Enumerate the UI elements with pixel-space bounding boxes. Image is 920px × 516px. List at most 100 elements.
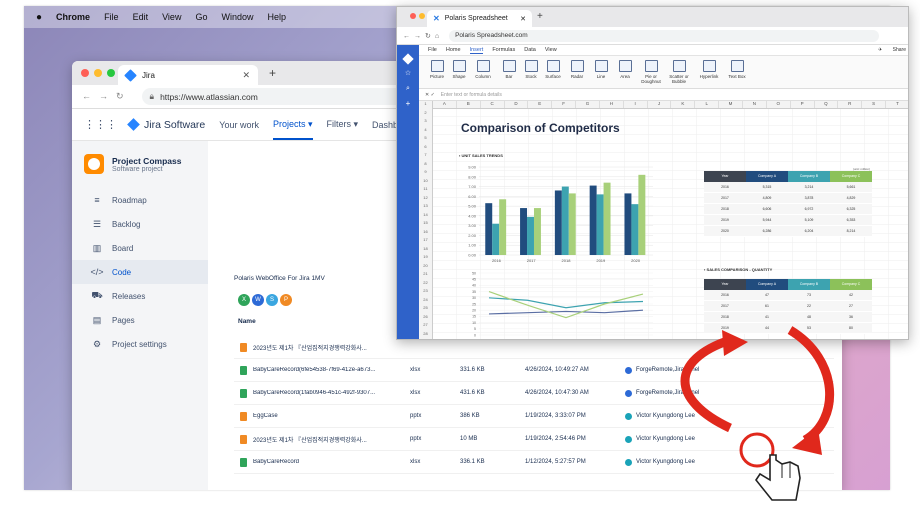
jira-software-logo[interactable]: Jira Software [127,118,205,131]
polaris-home-icon[interactable] [402,53,414,65]
table-row[interactable]: EggCase pptx 386 KB 1/19/2024, 3:33:07 PM Vi… [234,405,834,428]
minimize-window-button[interactable] [419,13,425,19]
row-header[interactable]: 17 [419,237,432,246]
row-header[interactable]: 21 [419,271,432,280]
column-header[interactable]: C [481,101,505,108]
search-icon[interactable]: ⌕ [404,85,412,93]
back-forward-reload-icons[interactable]: ←→↻⌂ [403,32,443,40]
row-header[interactable]: 2 [419,110,432,119]
table-cell[interactable]: 6,325 [830,207,872,211]
row-header[interactable]: 15 [419,220,432,229]
table-cell[interactable]: 53 [788,326,830,330]
bar[interactable] [554,190,562,255]
table-row[interactable]: 2023년도 제1차 『산업집적지경쟁력강화사... pptx 10 MB 1/19/… [234,428,834,451]
row-header[interactable]: 22 [419,280,432,289]
nav-filters[interactable]: Filters ▾ [327,119,359,130]
tab-insert[interactable]: Insert [469,47,484,54]
sidebar-item-code[interactable]: </> Code [72,260,208,284]
sidebar-item-roadmap[interactable]: ≡ Roadmap [72,188,208,212]
ribbon-text-box-button[interactable]: Text Box [725,60,749,79]
polaris-url-field[interactable]: Polaris Spreadsheet.com [449,29,880,42]
table-cell[interactable]: 5,661 [830,185,872,189]
table-cell[interactable]: 3,214 [788,185,830,189]
file-name[interactable]: BabyCareRecord(1fab0946-451c-492f-9307..… [253,390,398,396]
table-cell[interactable]: 4,809 [746,196,788,200]
bar[interactable] [631,204,639,255]
table-cell[interactable]: 2019 [704,218,746,222]
table-cell[interactable]: 2020 [704,229,746,233]
sidebar-item-pages[interactable]: ▤ Pages [72,308,208,332]
column-header[interactable]: E [528,101,553,108]
bar[interactable] [624,193,632,255]
share-button[interactable]: ✈ Share [878,47,906,53]
bar[interactable] [568,193,576,255]
row-header[interactable]: 12 [419,195,432,204]
row-header[interactable]: 8 [419,161,432,170]
tab-view[interactable]: View [545,47,557,53]
table-cell[interactable]: 44 [746,326,788,330]
create-word-icon[interactable]: W [252,294,264,306]
column-header[interactable]: L [695,101,720,108]
ribbon-area-button[interactable]: Area [613,60,637,79]
table-cell[interactable]: 22 [788,304,830,308]
file-name[interactable]: EggCase [253,413,398,419]
file-name[interactable]: BabyCareRecord(6fe54538-7f69-412e-a673..… [253,367,398,373]
ribbon-scatter-or-bubble-button[interactable]: Scatter or Bubble [667,60,691,84]
formula-bar[interactable]: ✕ ✓ Enter text or formula details [419,89,908,101]
row-header[interactable]: 27 [419,322,432,331]
close-tab-icon[interactable]: ✕ [520,15,526,23]
row-header[interactable]: 13 [419,203,432,212]
table-cell[interactable]: 48 [788,315,830,319]
tab-data[interactable]: Data [524,47,536,53]
table-cell[interactable]: 6,972 [788,207,830,211]
bar[interactable] [596,194,604,255]
table-cell[interactable]: 2016 [704,185,746,189]
minimize-window-button[interactable] [94,69,102,77]
project-header[interactable]: Project Compass Software project [84,154,208,174]
row-header[interactable]: 9 [419,169,432,178]
table-cell[interactable]: 2016 [704,293,746,297]
row-header[interactable]: 4 [419,127,432,136]
table-cell[interactable]: 2017 [704,196,746,200]
new-tab-button[interactable]: + [537,11,543,22]
menu-view[interactable]: View [162,12,181,22]
sidebar-item-releases[interactable]: ⛟ Releases [72,284,208,308]
table-cell[interactable]: 41 [746,315,788,319]
bar-chart[interactable]: 0.00 1.00 2.00 3.00 4.00 5.00 6.00 7.00 8.00 9.00… [457,161,657,265]
table-cell[interactable]: 42 [830,293,872,297]
column-header[interactable]: F [552,101,577,108]
bar[interactable] [638,174,646,255]
column-header-name[interactable]: Name [238,318,256,325]
ribbon-stock-button[interactable]: Stock [519,60,543,79]
bar[interactable] [561,186,569,255]
row-header[interactable]: 11 [419,186,432,195]
bar[interactable] [603,182,611,255]
menu-window[interactable]: Window [221,12,253,22]
ribbon-hyperlink-button[interactable]: Hyperlink [697,60,721,79]
bar[interactable] [533,208,541,255]
table-cell[interactable]: 27 [830,304,872,308]
row-header[interactable]: 16 [419,229,432,238]
row-header[interactable]: 24 [419,297,432,306]
column-header[interactable]: D [505,101,529,108]
table-row[interactable]: BabyCareRecord xlsx 336.1 KB 1/12/2024, 5:2… [234,451,834,474]
menu-app-name[interactable]: Chrome [56,12,90,22]
back-forward-reload-icons[interactable]: ←→↻ [82,91,132,102]
maximize-window-button[interactable] [107,69,115,77]
menu-help[interactable]: Help [267,12,286,22]
new-tab-button[interactable]: + [269,66,276,80]
table-cell[interactable]: 2019 [704,326,746,330]
table-cell[interactable]: 5,109 [788,218,830,222]
tab-file[interactable]: File [428,47,437,53]
table-cell[interactable]: 61 [746,304,788,308]
column-header[interactable]: Q [815,101,839,108]
table-cell[interactable]: 5,944 [746,218,788,222]
bar[interactable] [492,223,500,255]
close-window-button[interactable] [81,69,89,77]
table-cell[interactable]: 8,214 [830,229,872,233]
tab-polaris[interactable]: ✕ Polaris Spreadsheet ✕ [427,10,532,27]
nav-projects[interactable]: Projects ▾ [272,119,313,140]
tab-jira[interactable]: Jira ✕ [118,65,258,85]
row-header[interactable]: 28 [419,331,432,340]
table-cell[interactable]: 2018 [704,315,746,319]
